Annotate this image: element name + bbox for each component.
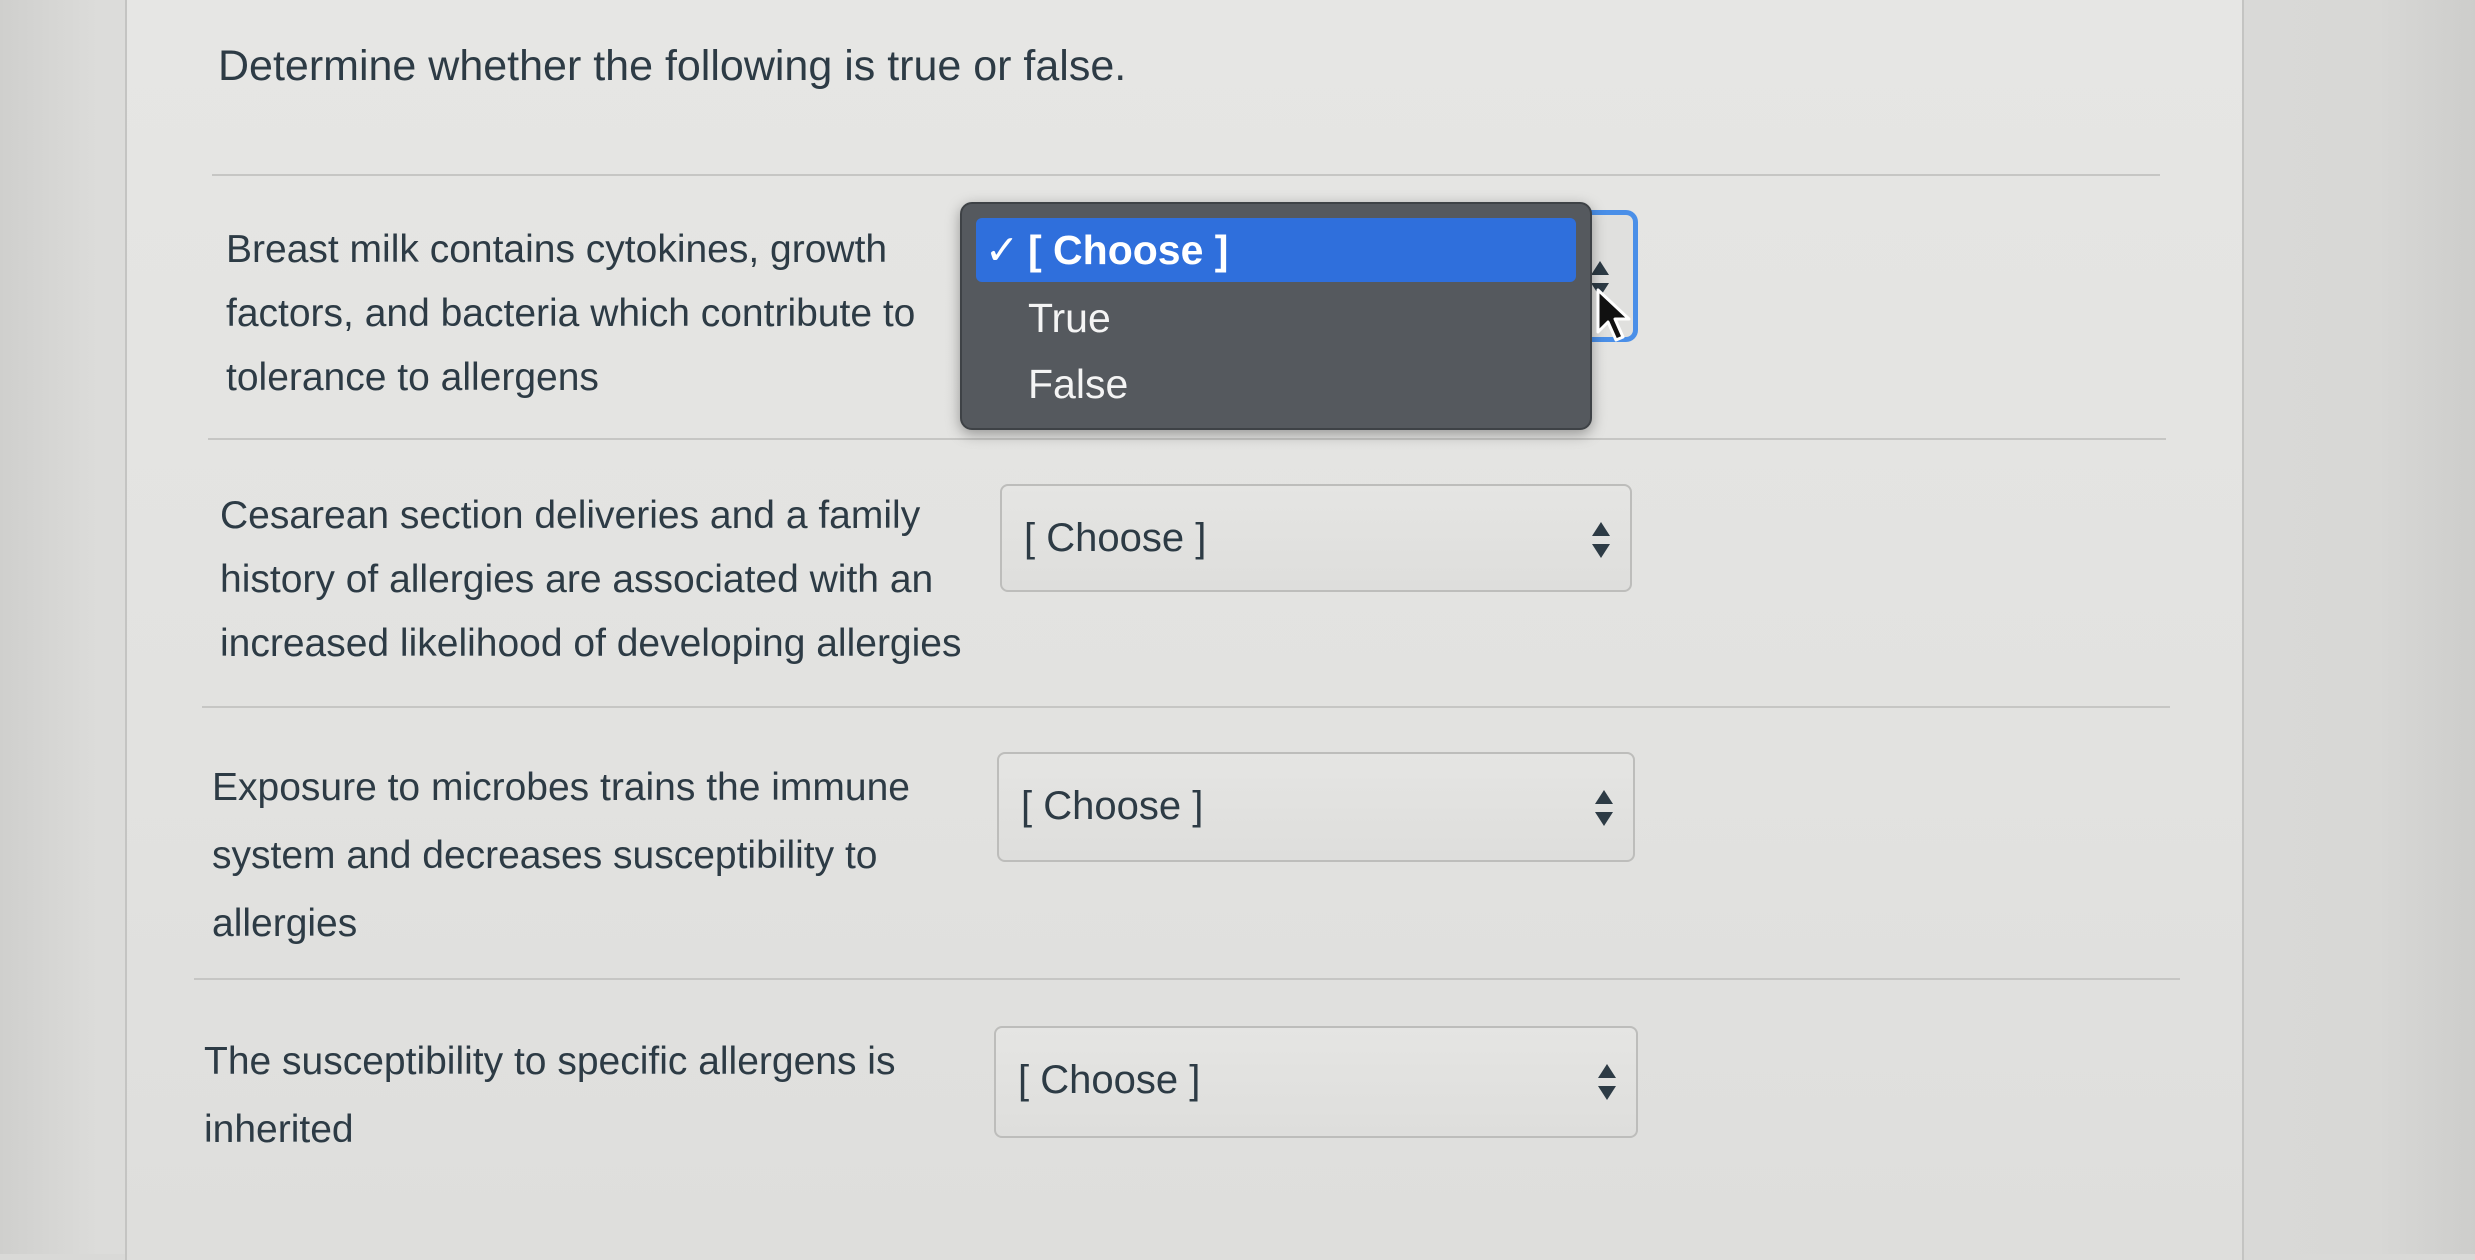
statement-2: Cesarean section deliveries and a family… — [220, 484, 961, 676]
question-prompt: Determine whether the following is true … — [218, 42, 1127, 90]
select-value: [ Choose ] — [1021, 784, 1204, 828]
up-down-arrows-icon — [1598, 1064, 1616, 1100]
checkmark-icon: ✓ — [984, 227, 1020, 273]
statement-line: Exposure to microbes trains the immune — [212, 766, 910, 809]
divider — [202, 706, 2170, 708]
statement-line: increased likelihood of developing aller… — [220, 622, 962, 665]
select-value: [ Choose ] — [1018, 1058, 1201, 1102]
option-label: False — [1028, 361, 1129, 407]
divider — [208, 438, 2166, 440]
option-label: True — [1028, 295, 1111, 341]
statement-line: Cesarean section deliveries and a family — [220, 494, 921, 537]
statement-line: system and decreases susceptibility to — [212, 834, 878, 877]
select-value: [ Choose ] — [1024, 516, 1207, 560]
answer-select-3[interactable]: [ Choose ] — [997, 752, 1635, 862]
option-label: [ Choose ] — [1028, 227, 1229, 273]
statement-line: history of allergies are associated with… — [220, 558, 934, 601]
statement-3: Exposure to microbes trains the immune s… — [212, 754, 910, 958]
statement-line: inherited — [204, 1108, 354, 1151]
dropdown-option-false[interactable]: False — [976, 352, 1576, 416]
mouse-pointer-icon — [1596, 288, 1631, 342]
up-down-arrows-icon — [1595, 790, 1613, 826]
statement-line: tolerance to allergens — [226, 356, 599, 399]
divider — [212, 174, 2160, 176]
statement-line: Breast milk contains cytokines, growth — [226, 228, 888, 271]
answer-select-2[interactable]: [ Choose ] — [1000, 484, 1632, 592]
statement-4: The susceptibility to specific allergens… — [204, 1028, 895, 1164]
dropdown-option-choose[interactable]: ✓[ Choose ] — [976, 218, 1576, 282]
answer-select-4[interactable]: [ Choose ] — [994, 1026, 1638, 1138]
statement-1: Breast milk contains cytokines, growth f… — [226, 218, 915, 410]
divider — [194, 978, 2180, 980]
up-down-arrows-icon — [1592, 522, 1610, 558]
statement-line: factors, and bacteria which contribute t… — [226, 292, 916, 335]
dropdown-menu: ✓[ Choose ] True False — [960, 202, 1592, 430]
statement-line: allergies — [212, 902, 358, 945]
dropdown-option-true[interactable]: True — [976, 286, 1576, 350]
statement-line: The susceptibility to specific allergens… — [204, 1040, 896, 1083]
